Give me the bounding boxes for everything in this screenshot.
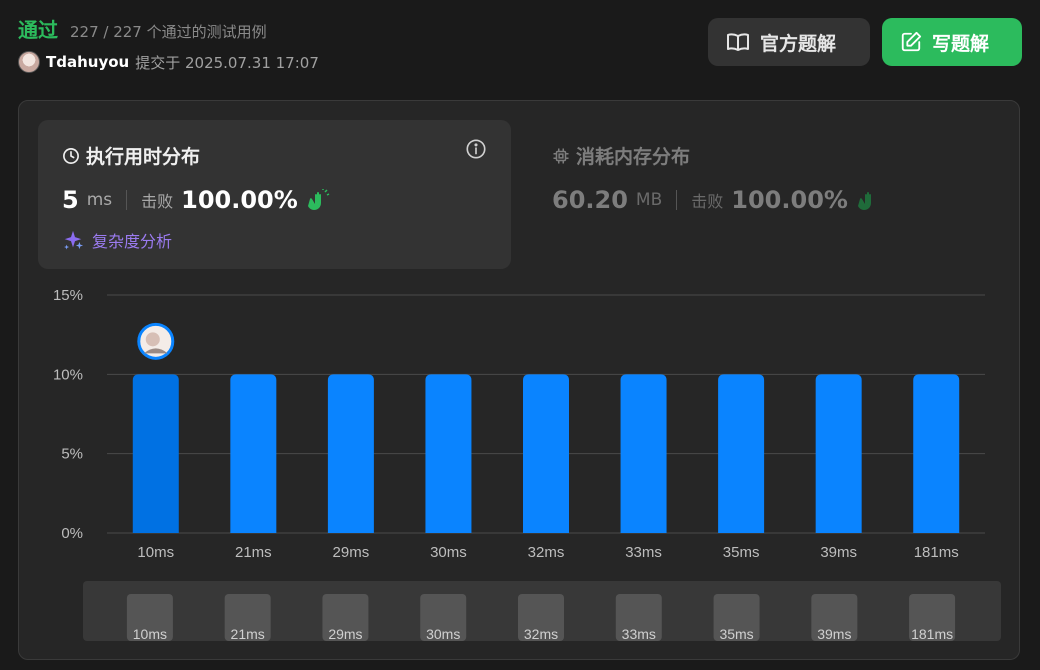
chart-bar[interactable] (132, 374, 179, 533)
range-slider-track[interactable]: 10ms 21ms 29ms 30ms 32ms 33ms 35ms 39ms 181ms (83, 581, 1001, 642)
slider-tick-label: 35ms (719, 626, 753, 641)
header-buttons: 官方题解 写题解 (708, 18, 1022, 66)
x-tick-label: 10ms (137, 544, 174, 561)
y-tick-label: 15% (53, 287, 83, 304)
slider-tick-label: 21ms (231, 626, 265, 641)
slider-tick-label: 32ms (524, 626, 558, 641)
x-tick-label: 33ms (625, 544, 662, 561)
write-solution-label: 写题解 (932, 32, 990, 55)
slider-tick-label: 30ms (426, 626, 460, 641)
slider-tick-label: 39ms (817, 626, 851, 641)
range-slider[interactable]: 10ms 21ms 29ms 30ms 32ms 33ms 35ms 39ms 181ms (83, 581, 1001, 642)
slider-tick-label: 33ms (622, 626, 656, 641)
status-title: 通过 (18, 18, 58, 42)
slider-tick-label: 29ms (328, 626, 362, 641)
x-tick-label: 35ms (723, 544, 760, 561)
x-tick-label: 181ms (914, 544, 959, 561)
avatar[interactable] (18, 51, 40, 73)
result-panel: 执行用时分布 5 ms 击败 100.00% 复杂度分析 消耗内存分布 60.2… (18, 100, 1020, 660)
chart-bar[interactable] (425, 374, 472, 533)
username[interactable]: Tdahuyou (46, 53, 129, 71)
official-solution-label: 官方题解 (760, 32, 837, 55)
chart-bar[interactable] (327, 374, 374, 533)
chart-bar[interactable] (620, 374, 667, 533)
x-tick-label: 21ms (235, 544, 272, 561)
edit-icon (901, 31, 922, 52)
chart-bar[interactable] (815, 374, 862, 533)
y-tick-label: 0% (61, 525, 83, 542)
chart-bar[interactable] (523, 374, 569, 533)
x-tick-label: 30ms (430, 544, 467, 561)
slider-tick-label: 181ms (911, 626, 953, 641)
x-tick-label: 32ms (528, 544, 565, 561)
x-tick-label: 29ms (333, 544, 370, 561)
official-solution-button[interactable]: 官方题解 (708, 18, 870, 66)
write-solution-button[interactable]: 写题解 (882, 18, 1022, 66)
y-tick-label: 10% (53, 366, 83, 383)
book-icon (727, 33, 749, 51)
slider-tick-label: 10ms (133, 626, 167, 641)
x-tick-label: 39ms (820, 544, 857, 561)
submit-time: 提交于 2025.07.31 17:07 (135, 53, 319, 72)
chart-bar[interactable] (718, 374, 765, 533)
y-tick-label: 5% (61, 446, 83, 463)
avatar-face (145, 332, 160, 347)
chart-bar[interactable] (913, 374, 960, 533)
chart-bar[interactable] (230, 374, 277, 533)
runtime-distribution-chart[interactable]: 15% 10% 5% 0% 10ms 21ms 29ms 30ms 32ms 33ms 35ms 39… (19, 101, 1019, 571)
submission-header: 通过 227 / 227 个通过的测试用例 Tdahuyou 提交于 2025.… (18, 14, 1022, 78)
test-case-count: 227 / 227 个通过的测试用例 (70, 23, 267, 41)
